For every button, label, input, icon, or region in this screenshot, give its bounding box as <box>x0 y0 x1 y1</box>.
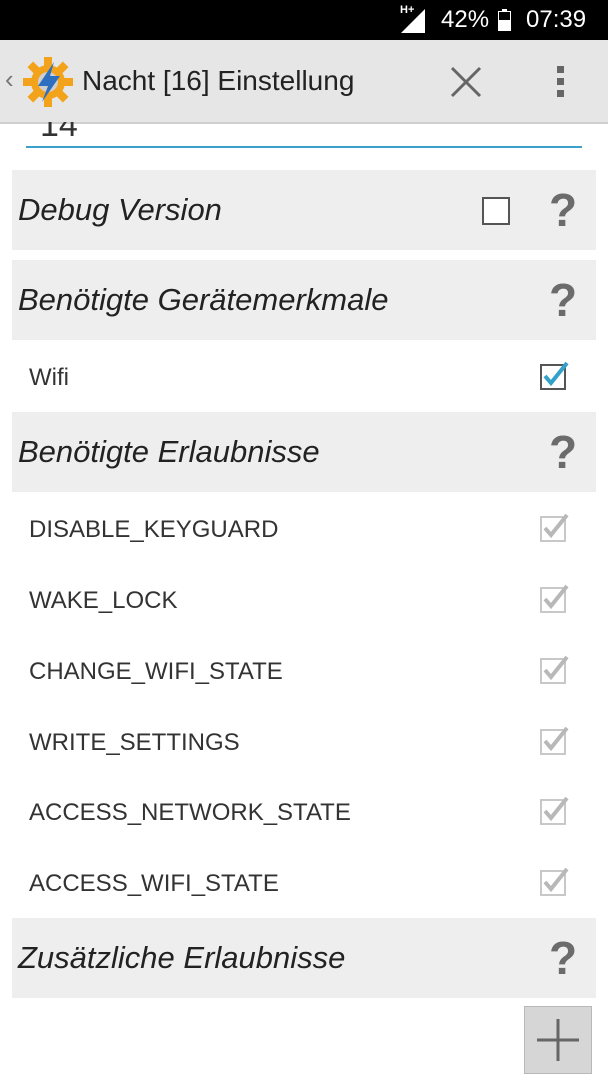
battery-icon <box>498 9 511 31</box>
priority-field[interactable]: 14 <box>26 122 582 148</box>
required-permissions-title: Benötigte Erlaubnisse <box>18 434 320 469</box>
permission-label: WAKE_LOCK <box>29 587 178 614</box>
action-bar: ‹ Nacht [16] Einstellung <box>0 40 608 124</box>
clock: 07:39 <box>526 6 587 33</box>
permission-checkbox <box>540 655 569 684</box>
help-icon[interactable]: ? <box>544 932 582 984</box>
permission-row: ACCESS_NETWORK_STATE <box>12 777 596 847</box>
additional-permissions-title: Zusätzliche Erlaubnisse <box>18 940 346 975</box>
battery-percent: 42% <box>441 6 490 33</box>
additional-permissions-header: Zusätzliche Erlaubnisse ? <box>12 918 596 998</box>
app-icon[interactable] <box>22 56 74 108</box>
permission-checkbox <box>540 867 569 896</box>
status-bar: H+ 42% 07:39 <box>0 0 608 40</box>
permission-row: ACCESS_WIFI_STATE <box>12 848 596 918</box>
permission-label: ACCESS_WIFI_STATE <box>29 870 279 897</box>
add-permission-button[interactable] <box>524 1006 592 1074</box>
feature-row-wifi[interactable]: Wifi <box>12 342 596 412</box>
wifi-checkbox[interactable] <box>540 360 570 390</box>
required-features-title: Benötigte Gerätemerkmale <box>18 282 389 317</box>
permission-label: DISABLE_KEYGUARD <box>29 516 279 543</box>
priority-value: 14 <box>40 122 78 144</box>
plus-icon <box>537 1019 579 1061</box>
required-features-header: Benötigte Gerätemerkmale ? <box>12 260 596 340</box>
permission-row: CHANGE_WIFI_STATE <box>12 636 596 706</box>
permission-label: CHANGE_WIFI_STATE <box>29 658 283 685</box>
overflow-menu-icon[interactable] <box>548 62 572 102</box>
required-permissions-header: Benötigte Erlaubnisse ? <box>12 412 596 492</box>
permission-row: WAKE_LOCK <box>12 565 596 635</box>
debug-version-section: Debug Version ? <box>12 170 596 250</box>
permission-checkbox <box>540 513 569 542</box>
permission-checkbox <box>540 584 569 613</box>
feature-label: Wifi <box>29 364 69 391</box>
permission-checkbox <box>540 726 569 755</box>
chevron-left-icon[interactable]: ‹ <box>5 66 14 92</box>
permission-label: ACCESS_NETWORK_STATE <box>29 799 351 826</box>
help-icon[interactable]: ? <box>544 274 582 326</box>
permission-checkbox <box>540 796 569 825</box>
help-icon[interactable]: ? <box>544 426 582 478</box>
permission-row: WRITE_SETTINGS <box>12 707 596 777</box>
permission-label: WRITE_SETTINGS <box>29 729 240 756</box>
permission-row: DISABLE_KEYGUARD <box>12 494 596 564</box>
debug-version-label: Debug Version <box>18 192 222 227</box>
help-icon[interactable]: ? <box>544 184 582 236</box>
signal-icon <box>401 9 425 33</box>
close-icon[interactable] <box>446 62 486 102</box>
debug-version-checkbox[interactable] <box>482 197 510 225</box>
page-title: Nacht [16] Einstellung <box>82 65 355 96</box>
